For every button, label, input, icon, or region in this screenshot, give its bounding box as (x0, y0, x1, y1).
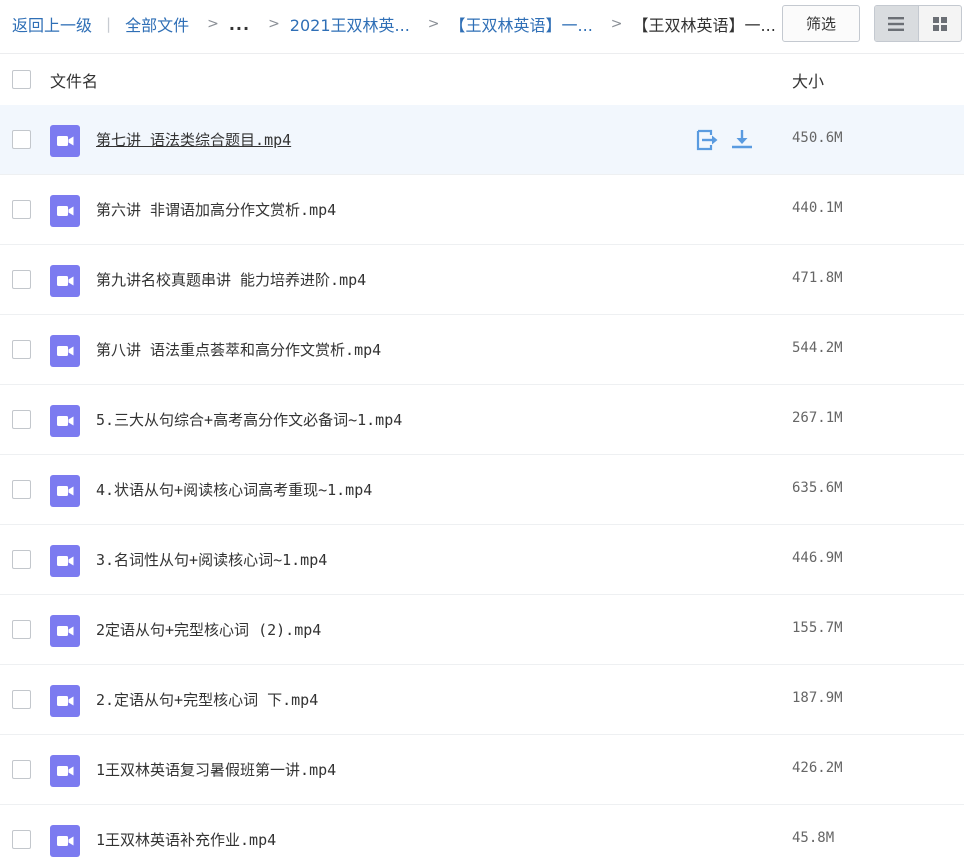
move-to-icon (696, 129, 718, 151)
file-name[interactable]: 第九讲名校真题串讲 能力培养进阶.mp4 (96, 269, 366, 290)
file-row[interactable]: 第八讲 语法重点荟萃和高分作文赏析.mp4 544.2M (0, 315, 964, 385)
select-all-checkbox[interactable] (12, 70, 31, 89)
file-row[interactable]: 第七讲 语法类综合题目.mp4 450.6M (0, 105, 964, 175)
download-button[interactable] (729, 127, 755, 153)
breadcrumb-folder-wsl[interactable]: 【王双林英语】一... (450, 12, 593, 36)
filter-button[interactable]: 筛选 (782, 5, 860, 42)
chevron-right-icon: > (427, 16, 440, 32)
file-size: 155.7M (792, 620, 843, 636)
video-file-icon (50, 755, 80, 787)
row-checkbox[interactable] (12, 480, 31, 499)
file-row[interactable]: 1王双林英语复习暑假班第一讲.mp4 426.2M (0, 735, 964, 805)
file-row[interactable]: 4.状语从句+阅读核心词高考重现~1.mp4 635.6M (0, 455, 964, 525)
list-header: 文件名 大小 (0, 53, 964, 105)
file-name[interactable]: 第六讲 非谓语加高分作文赏析.mp4 (96, 199, 336, 220)
file-name[interactable]: 1王双林英语补充作业.mp4 (96, 829, 276, 850)
video-file-icon (50, 545, 80, 577)
row-checkbox[interactable] (12, 200, 31, 219)
breadcrumb-current-folder: 【王双林英语】一... (632, 16, 776, 35)
file-size: 544.2M (792, 340, 843, 356)
breadcrumb: 返回上一级 | 全部文件 > ... > 2021王双林英... > 【王双林英… (12, 0, 780, 48)
file-row[interactable]: 3.名词性从句+阅读核心词~1.mp4 446.9M (0, 525, 964, 595)
breadcrumb-ellipsis[interactable]: ... (229, 15, 250, 34)
video-file-icon (50, 615, 80, 647)
file-name[interactable]: 3.名词性从句+阅读核心词~1.mp4 (96, 549, 327, 570)
file-row[interactable]: 第九讲名校真题串讲 能力培养进阶.mp4 471.8M (0, 245, 964, 315)
row-checkbox[interactable] (12, 830, 31, 849)
row-checkbox[interactable] (12, 620, 31, 639)
file-name[interactable]: 2.定语从句+完型核心词 下.mp4 (96, 689, 318, 710)
file-size: 426.2M (792, 760, 843, 776)
file-name[interactable]: 1王双林英语复习暑假班第一讲.mp4 (96, 759, 336, 780)
file-row[interactable]: 2.定语从句+完型核心词 下.mp4 187.9M (0, 665, 964, 735)
file-list: 第七讲 语法类综合题目.mp4 450.6M 第六讲 非谓语加高分作文赏析.mp4 4… (0, 105, 964, 861)
file-size: 446.9M (792, 550, 843, 566)
file-size: 471.8M (792, 270, 843, 286)
row-checkbox[interactable] (12, 270, 31, 289)
row-checkbox[interactable] (12, 690, 31, 709)
file-size: 450.6M (792, 130, 843, 146)
file-manager-page: 返回上一级 | 全部文件 > ... > 2021王双林英... > 【王双林英… (0, 0, 964, 861)
row-checkbox[interactable] (12, 130, 31, 149)
video-file-icon (50, 825, 80, 857)
grid-view-icon (932, 16, 947, 31)
view-switcher (874, 5, 962, 42)
video-file-icon (50, 195, 80, 227)
video-file-icon (50, 405, 80, 437)
row-checkbox[interactable] (12, 550, 31, 569)
list-view-button[interactable] (875, 6, 918, 41)
file-size: 267.1M (792, 410, 843, 426)
back-link[interactable]: 返回上一级 (12, 12, 92, 36)
chevron-right-icon: > (268, 16, 280, 32)
file-name[interactable]: 4.状语从句+阅读核心词高考重现~1.mp4 (96, 479, 372, 500)
file-name[interactable]: 5.三大从句综合+高考高分作文必备词~1.mp4 (96, 409, 402, 430)
row-checkbox[interactable] (12, 760, 31, 779)
chevron-right-icon: > (610, 16, 623, 32)
file-row[interactable]: 1王双林英语补充作业.mp4 45.8M (0, 805, 964, 861)
column-header-size[interactable]: 大小 (792, 68, 824, 92)
breadcrumb-folder-2021[interactable]: 2021王双林英... (290, 12, 410, 36)
row-checkbox[interactable] (12, 340, 31, 359)
video-file-icon (50, 265, 80, 297)
video-file-icon (50, 475, 80, 507)
row-actions (694, 127, 755, 153)
chevron-right-icon: > (207, 16, 219, 32)
file-row[interactable]: 2定语从句+完型核心词 (2).mp4 155.7M (0, 595, 964, 665)
list-view-icon (888, 16, 905, 31)
file-name[interactable]: 2定语从句+完型核心词 (2).mp4 (96, 619, 321, 640)
video-file-icon (50, 685, 80, 717)
download-icon (732, 130, 752, 149)
file-name[interactable]: 第八讲 语法重点荟萃和高分作文赏析.mp4 (96, 339, 381, 360)
file-size: 440.1M (792, 200, 843, 216)
move-to-button[interactable] (694, 127, 720, 153)
file-name[interactable]: 第七讲 语法类综合题目.mp4 (96, 129, 291, 150)
row-checkbox[interactable] (12, 410, 31, 429)
video-file-icon (50, 335, 80, 367)
file-size: 187.9M (792, 690, 843, 706)
video-file-icon (50, 125, 80, 157)
grid-view-button[interactable] (917, 6, 962, 41)
file-size: 45.8M (792, 830, 835, 846)
breadcrumb-all-files[interactable]: 全部文件 (125, 12, 189, 36)
breadcrumb-divider: | (106, 15, 112, 33)
file-size: 635.6M (792, 480, 843, 496)
top-bar: 返回上一级 | 全部文件 > ... > 2021王双林英... > 【王双林英… (0, 0, 964, 48)
column-header-name[interactable]: 文件名 (50, 68, 98, 92)
file-row[interactable]: 第六讲 非谓语加高分作文赏析.mp4 440.1M (0, 175, 964, 245)
file-row[interactable]: 5.三大从句综合+高考高分作文必备词~1.mp4 267.1M (0, 385, 964, 455)
